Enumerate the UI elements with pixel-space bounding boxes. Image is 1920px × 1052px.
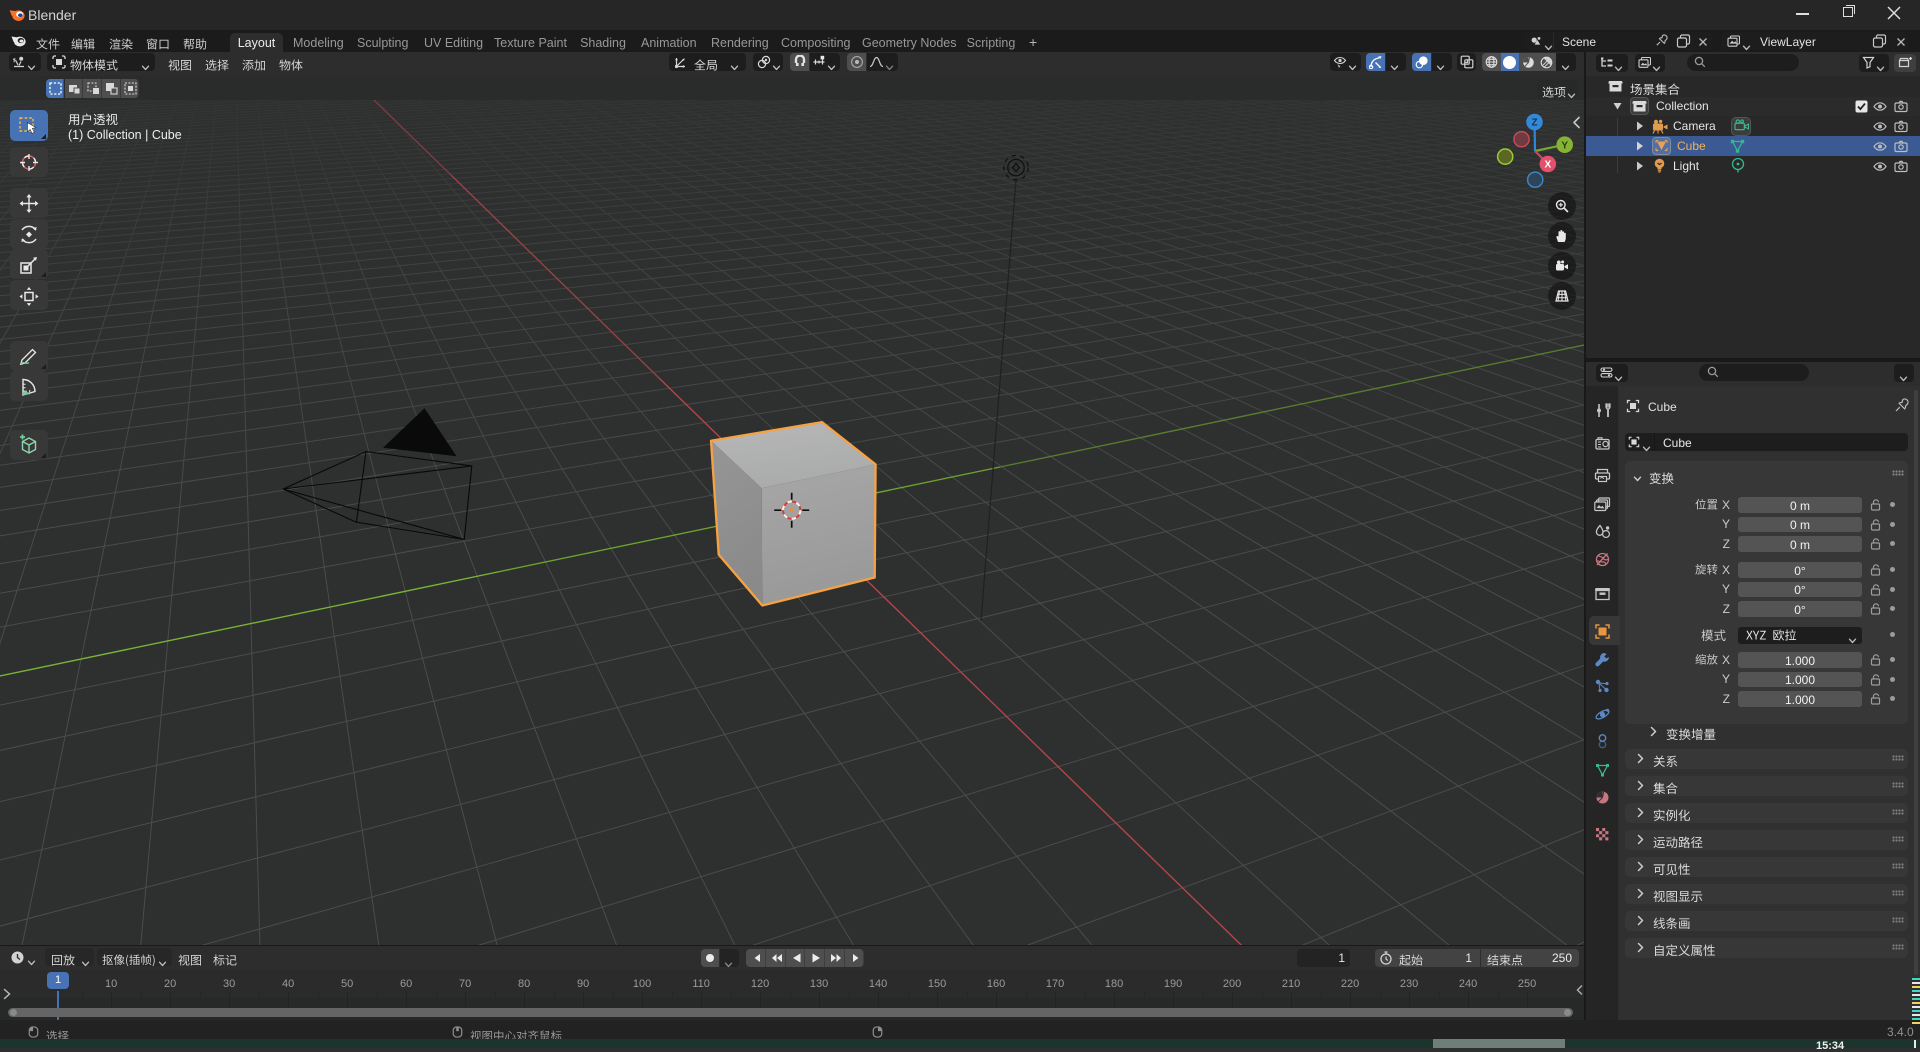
svg-text:Y: Y — [1561, 140, 1568, 151]
svg-text:Z: Z — [1531, 118, 1537, 129]
svg-text:X: X — [1544, 160, 1551, 171]
